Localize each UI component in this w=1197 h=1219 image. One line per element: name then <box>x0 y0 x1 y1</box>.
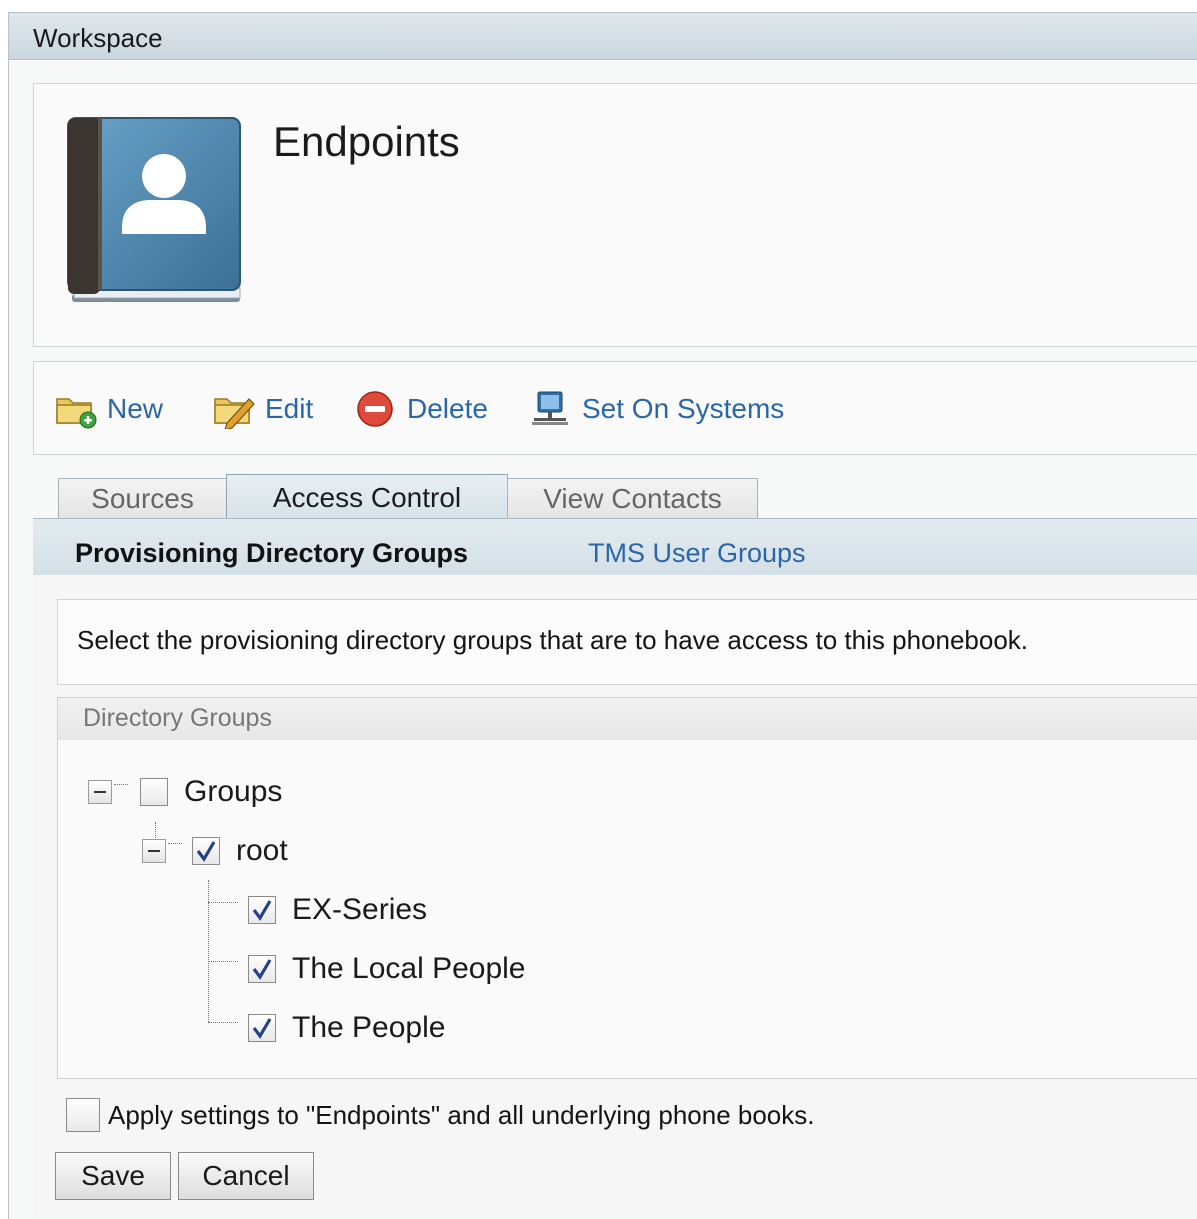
tab-view-contacts[interactable]: View Contacts <box>507 478 758 519</box>
delete-icon <box>355 389 397 429</box>
the-local-people-checkbox[interactable] <box>248 955 276 983</box>
tab-sources-label: Sources <box>91 483 194 514</box>
set-on-systems-button[interactable]: Set On Systems <box>530 387 784 431</box>
directory-groups-header: Directory Groups <box>58 698 1197 740</box>
new-folder-icon <box>55 389 97 429</box>
workspace-title: Workspace <box>33 23 163 53</box>
phonebook-icon <box>64 112 244 308</box>
delete-button[interactable]: Delete <box>355 387 488 431</box>
info-text: Select the provisioning directory groups… <box>77 625 1029 655</box>
tree-node-label: The Local People <box>292 952 526 985</box>
save-label: Save <box>81 1160 145 1191</box>
save-button[interactable]: Save <box>55 1152 171 1200</box>
monitor-network-icon <box>530 389 572 429</box>
workspace-title-bar: Workspace <box>9 13 1197 60</box>
tree-connector <box>208 961 238 962</box>
tree-node-ex-series: EX-Series <box>248 893 427 927</box>
new-label: New <box>107 393 164 424</box>
root-checkbox[interactable] <box>192 837 220 865</box>
edit-folder-icon <box>213 389 255 431</box>
tree-node-the-people: The People <box>248 1011 445 1045</box>
the-people-checkbox[interactable] <box>248 1014 276 1042</box>
tree-node-label: EX-Series <box>292 893 428 926</box>
subtab-provisioning-directory-groups[interactable]: Provisioning Directory Groups <box>75 538 468 569</box>
ex-series-checkbox[interactable] <box>248 896 276 924</box>
collapse-toggle[interactable] <box>88 780 112 804</box>
subtab-tms-user-groups[interactable]: TMS User Groups <box>588 538 806 569</box>
tree-node-label: The People <box>292 1011 446 1044</box>
tree-connector <box>208 1022 238 1023</box>
tree-node-groups: Groups <box>88 775 282 809</box>
tab-view-contacts-label: View Contacts <box>543 483 722 514</box>
tab-sources[interactable]: Sources <box>58 478 227 519</box>
tree-node-label: root <box>236 834 288 867</box>
groups-checkbox[interactable] <box>140 778 168 806</box>
tree-node-the-local-people: The Local People <box>248 952 526 986</box>
apply-settings-row: Apply settings to "Endpoints" and all un… <box>66 1098 814 1132</box>
page-title: Endpoints <box>273 118 460 165</box>
directory-groups-title: Directory Groups <box>83 704 272 732</box>
delete-label: Delete <box>407 393 488 424</box>
apply-settings-checkbox[interactable] <box>66 1098 100 1132</box>
edit-button[interactable]: Edit <box>213 387 313 431</box>
tab-access-control[interactable]: Access Control <box>226 474 508 520</box>
apply-settings-label: Apply settings to "Endpoints" and all un… <box>108 1099 815 1130</box>
tree-node-label: Groups <box>184 775 283 808</box>
edit-label: Edit <box>265 393 314 424</box>
cancel-button[interactable]: Cancel <box>178 1152 314 1200</box>
cancel-label: Cancel <box>202 1160 290 1191</box>
new-button[interactable]: New <box>55 387 163 431</box>
tree-connector <box>208 902 238 903</box>
set-on-systems-label: Set On Systems <box>582 393 785 424</box>
tree-node-root: root <box>142 834 288 868</box>
collapse-toggle[interactable] <box>142 839 166 863</box>
tab-access-control-label: Access Control <box>272 481 462 513</box>
